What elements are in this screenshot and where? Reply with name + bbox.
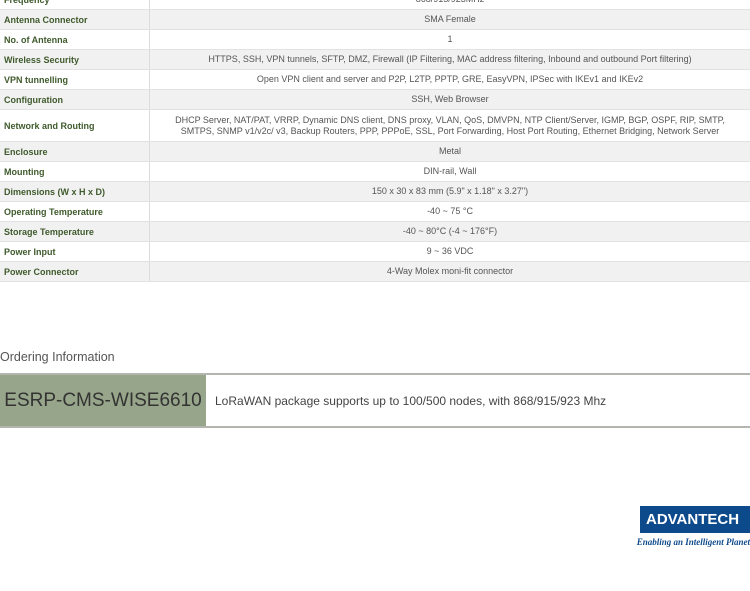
spec-value-line: SMTPS, SNMP v1/v2c/ v3, Backup Routers, … [180,125,720,136]
spec-label: Operating Temperature [0,202,150,221]
spec-row: Wireless Security HTTPS, SSH, VPN tunnels… [0,50,750,70]
logo-tagline: Enabling an Intelligent Planet [636,537,750,547]
part-number: ESRP-CMS-WISE6610 [0,375,206,426]
spec-row: Storage Temperature -40 ~ 80°C (-4 ~ 176°… [0,222,750,242]
spec-value: SSH, Web Browser [411,94,489,104]
spec-row: Configuration SSH, Web Browser [0,90,750,110]
spec-label: Mounting [0,162,150,181]
spec-row: No. of Antenna 1 [0,30,750,50]
spec-label: Wireless Security [0,50,150,69]
spec-value: 868/915/923MHz [150,0,750,9]
spec-row: VPN tunnelling Open VPN client and server… [0,70,750,90]
spec-label: Power Connector [0,262,150,281]
spec-label: Antenna Connector [0,10,150,29]
spec-value: -40 ~ 80°C (-4 ~ 176°F) [402,226,498,236]
spec-value: DHCP Server, NAT/PAT, VRRP, Dynamic DNS … [150,110,750,141]
part-description: LoRaWAN package supports up to 100/500 n… [215,393,607,408]
spec-label: Enclosure [0,142,150,161]
spec-value: 4-Way Molex moni-fit connector [386,266,514,276]
spec-row: Power Connector 4-Way Molex moni-fit conn… [0,262,750,282]
spec-row: Frequency868/915/923MHz [0,0,750,10]
spec-label: Storage Temperature [0,222,150,241]
spec-label: VPN tunnelling [0,70,150,89]
spec-row: Power Input 9 ~ 36 VDC [0,242,750,262]
spec-value: 9 ~ 36 VDC [426,246,474,256]
ordering-table: ESRP-CMS-WISE6610 LoRaWAN package suppor… [0,373,750,428]
spec-value-line: DHCP Server, NAT/PAT, VRRP, Dynamic DNS … [175,114,725,125]
specification-table: Frequency868/915/923MHzAntenna Connector… [0,0,750,282]
spec-label: Configuration [0,90,150,109]
spec-label: No. of Antenna [0,30,150,49]
spec-value: -40 ~ 75 °C [427,206,473,216]
advantech-logo: ADVANTECH [640,506,750,533]
spec-row: Antenna Connector SMA Female [0,10,750,30]
spec-label: Power Input [0,242,150,261]
spec-label: Frequency [0,0,150,9]
spec-row: Operating Temperature -40 ~ 75 °C [0,202,750,222]
spec-label: Network and Routing [0,110,150,141]
spec-value: Open VPN client and server and P2P, L2TP… [256,74,644,84]
spec-value: 150 x 30 x 83 mm (5.9" x 1.18" x 3.27") [371,186,529,196]
spec-value: HTTPS, SSH, VPN tunnels, SFTP, DMZ, Fire… [208,54,692,64]
ordering-title: Ordering Information [0,350,115,364]
spec-label: Dimensions (W x H x D) [0,182,150,201]
spec-row: Mounting DIN-rail, Wall [0,162,750,182]
spec-value: 1 [447,34,453,44]
spec-value: Metal [438,146,461,156]
spec-value: SMA Female [424,14,476,24]
spec-row: Dimensions (W x H x D) 150 x 30 x 83 mm (… [0,182,750,202]
spec-row: Enclosure Metal [0,142,750,162]
spec-value: DIN-rail, Wall [423,166,477,176]
spec-row: Network and Routing DHCP Server, NAT/PAT,… [0,110,750,142]
